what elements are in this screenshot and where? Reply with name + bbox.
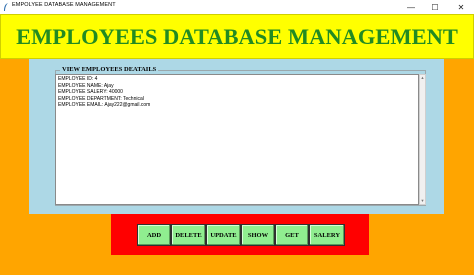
close-button[interactable]: ✕ (449, 0, 473, 14)
update-button[interactable]: UPDATE (206, 224, 241, 246)
header-banner: EMPLOYEES DATABASE MANAGEMENT (0, 14, 474, 59)
delete-button[interactable]: DELETE (171, 224, 206, 246)
maximize-button[interactable]: ☐ (423, 0, 447, 14)
add-button[interactable]: ADD (137, 224, 171, 246)
window-title: EMPOLYEE DATABASE MANAGEMENT (12, 2, 116, 8)
get-button[interactable]: GET (275, 224, 309, 246)
chevron-down-icon[interactable]: ▼ (420, 198, 425, 204)
salery-button[interactable]: SALERY (309, 224, 345, 246)
show-button[interactable]: SHOW (241, 224, 275, 246)
window-titlebar: EMPOLYEE DATABASE MANAGEMENT — ☐ ✕ (0, 0, 474, 15)
minimize-button[interactable]: — (399, 0, 423, 14)
page-title: EMPLOYEES DATABASE MANAGEMENT (16, 24, 458, 49)
employee-details-textarea[interactable]: EMPLOYEE ID: 4 EMPLOYEE NAME: Ajay EMPLO… (55, 74, 419, 205)
feather-icon (4, 3, 8, 11)
chevron-up-icon[interactable]: ▲ (420, 75, 425, 81)
detail-line-email: EMPLOYEE EMAIL: Ajay222@gmail.com (58, 102, 151, 108)
view-frame-label: VIEW EMPLOYEES DEATAILS (60, 66, 159, 73)
textarea-scrollbar[interactable]: ▲ ▼ (419, 74, 426, 205)
